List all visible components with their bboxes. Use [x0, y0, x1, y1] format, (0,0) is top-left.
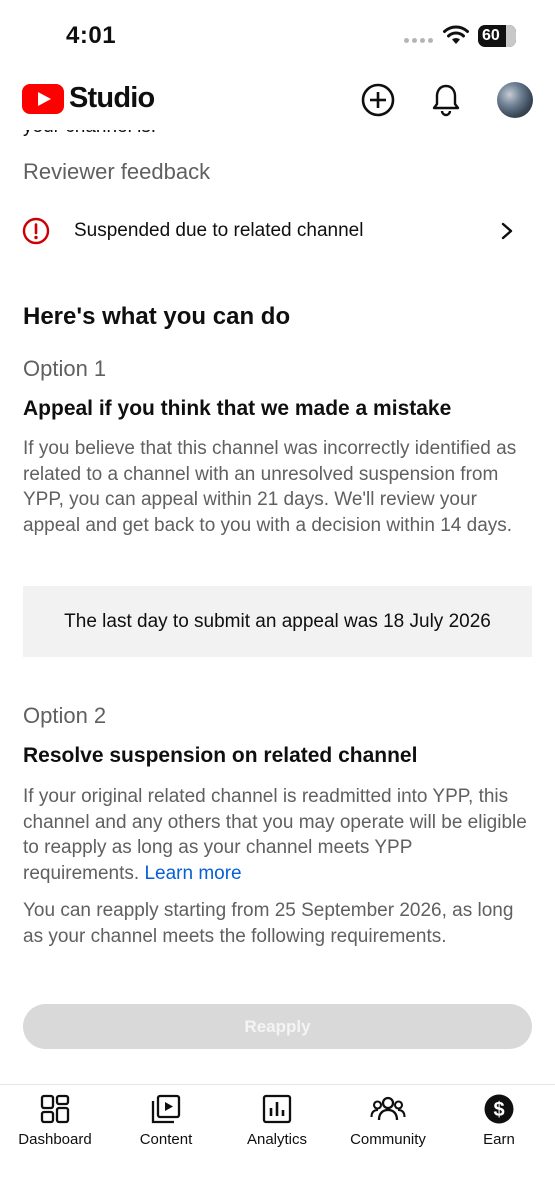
- bell-icon[interactable]: [428, 82, 464, 118]
- analytics-icon: [262, 1094, 292, 1124]
- svg-text:$: $: [493, 1099, 504, 1121]
- nav-label-analytics: Analytics: [246, 1131, 308, 1148]
- content-icon: [151, 1094, 181, 1124]
- appeal-deadline-notice: The last day to submit an appeal was 18 …: [23, 586, 532, 657]
- nav-analytics[interactable]: Analytics: [222, 1093, 332, 1163]
- chevron-right-icon: [501, 222, 513, 240]
- learn-more-link[interactable]: Learn more: [144, 863, 241, 884]
- option1-title: Appeal if you think that we made a mista…: [23, 397, 452, 420]
- dashboard-icon: [40, 1094, 70, 1124]
- nav-dashboard[interactable]: Dashboard: [0, 1093, 110, 1163]
- reapply-button[interactable]: Reapply: [23, 1004, 532, 1049]
- main-content: your channel is. Reviewer feedback Suspe…: [0, 0, 555, 1085]
- bottom-nav: Dashboard Content Analytics Community $ …: [0, 1084, 555, 1200]
- option2-description: If your original related channel is read…: [23, 784, 533, 886]
- nav-label-community: Community: [350, 1131, 426, 1148]
- logo-text: Studio: [69, 82, 155, 114]
- earn-icon: $: [484, 1094, 514, 1124]
- option1-description: If you believe that this channel was inc…: [23, 438, 517, 536]
- studio-logo[interactable]: Studio: [22, 82, 155, 115]
- community-icon: [370, 1096, 406, 1121]
- nav-community[interactable]: Community: [333, 1093, 443, 1163]
- avatar[interactable]: [497, 82, 533, 118]
- youtube-logo-icon: [22, 83, 64, 114]
- appeal-deadline-text: The last day to submit an appeal was 18 …: [64, 610, 491, 632]
- battery-level: 60: [482, 27, 500, 44]
- reviewer-feedback-text: Suspended due to related channel: [74, 220, 364, 241]
- alert-circle-icon: [22, 217, 50, 245]
- nav-earn[interactable]: $ Earn: [444, 1093, 554, 1163]
- option1-label: Option 1: [23, 356, 107, 381]
- nav-label-dashboard: Dashboard: [18, 1131, 92, 1148]
- create-icon[interactable]: [360, 82, 396, 118]
- nav-label-earn: Earn: [483, 1131, 515, 1148]
- app-header: Studio: [0, 70, 555, 130]
- option2-label: Option 2: [23, 703, 107, 728]
- reviewer-feedback-label: Reviewer feedback: [23, 159, 211, 184]
- option2-body-text: If your original related channel is read…: [23, 786, 527, 884]
- nav-content[interactable]: Content: [111, 1093, 221, 1163]
- option2-title: Resolve suspension on related channel: [23, 744, 418, 767]
- section-heading: Here's what you can do: [23, 303, 291, 330]
- nav-label-content: Content: [139, 1131, 193, 1148]
- reapply-info: You can reapply starting from 25 Septemb…: [23, 900, 514, 947]
- reviewer-feedback-item[interactable]: Suspended due to related channel: [0, 205, 555, 257]
